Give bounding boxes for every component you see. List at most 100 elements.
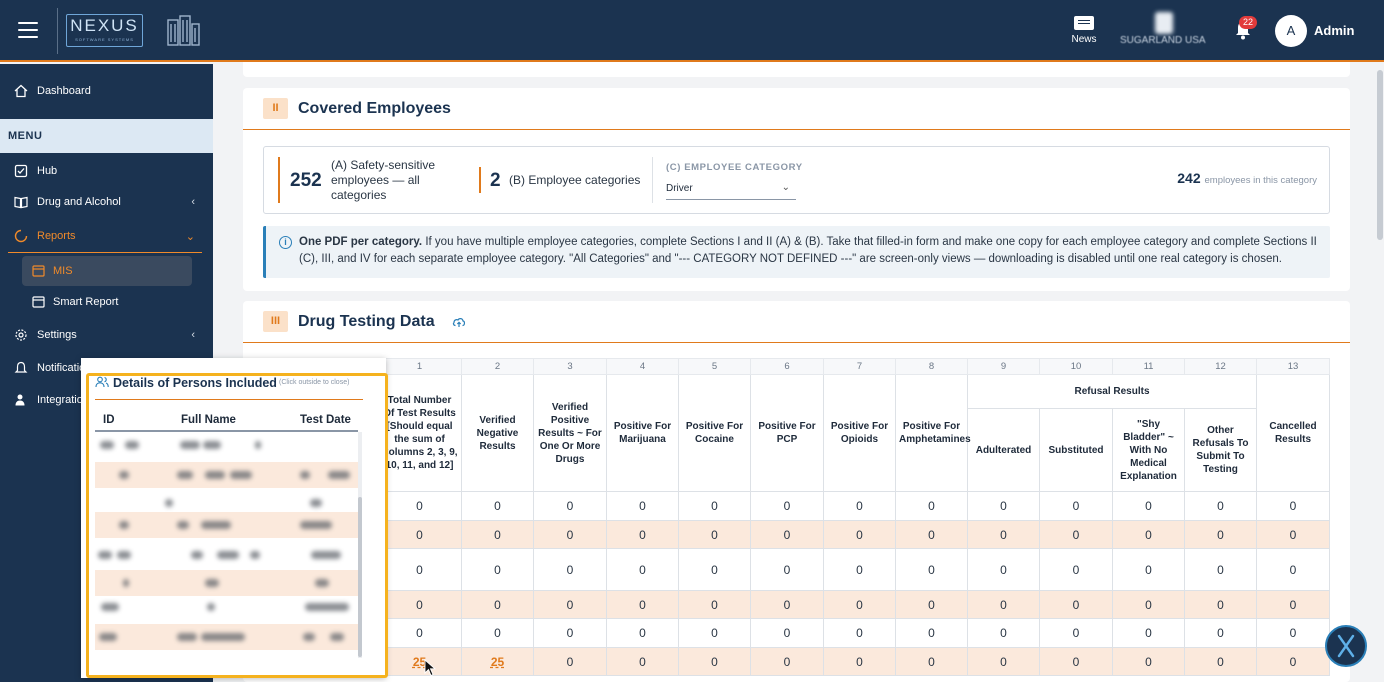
redacted-text [100, 441, 114, 449]
table-cell: 0 [678, 590, 751, 619]
redacted-text [119, 521, 129, 529]
table-cell: 0 [606, 520, 679, 549]
cell-value: 0 [856, 626, 863, 640]
table-cell: 0 [377, 491, 462, 521]
table-cell: 0 [895, 491, 968, 521]
table-cell: 0 [461, 548, 534, 591]
table-cell: 0 [1184, 618, 1257, 648]
sidebar-item-mis[interactable]: MIS [22, 256, 192, 286]
table-row: 0 0 0 0 0 0 0 0 0 0 0 0 0 [263, 618, 1330, 648]
redacted-text [303, 633, 315, 641]
cell-value: 0 [1289, 527, 1297, 542]
cell-value: 0 [711, 597, 718, 612]
user-plug-icon [15, 394, 25, 406]
cell-value: 0 [1217, 562, 1224, 577]
home-icon [14, 84, 28, 98]
redacted-text [311, 551, 341, 559]
table-cell: 0 [823, 647, 896, 676]
user-name[interactable]: Admin [1314, 23, 1354, 38]
table-cell: 0 [823, 548, 896, 591]
table-cell[interactable]: 25 [377, 647, 462, 676]
redacted-text [191, 551, 203, 559]
cell-value: 0 [566, 499, 574, 513]
column-header: Positive For Marijuana [606, 374, 679, 492]
cell-value: 0 [416, 597, 423, 612]
cell-value: 0 [1000, 654, 1007, 669]
redacted-text [305, 603, 349, 611]
table-cell: 0 [377, 618, 462, 648]
mouse-cursor-icon [424, 659, 436, 677]
drug-testing-table-wrapper[interactable]: 1 2 3 4 5 6 7 8 9 10 11 12 13 Total Numb… [263, 358, 1330, 682]
table-cell: 0 [678, 618, 751, 648]
table-cell: 0 [606, 491, 679, 521]
table-cell: 0 [895, 548, 968, 591]
redacted-text [330, 633, 344, 641]
table-cell: 0 [533, 491, 607, 521]
cell-value[interactable]: 25 [491, 655, 504, 669]
sidebar-item-dashboard[interactable]: Dashboard [0, 76, 213, 106]
popup-person-row [95, 594, 358, 620]
chevron-down-icon: ⌄ [781, 182, 790, 193]
cell-value: 0 [1289, 597, 1297, 612]
close-x-icon [1337, 634, 1355, 658]
cloud-upload-icon[interactable] [452, 315, 466, 329]
info-icon: i [279, 236, 292, 249]
popup-person-row [95, 462, 358, 488]
column-number: 10 [1039, 358, 1113, 375]
cell-value: 0 [1289, 562, 1297, 577]
sidebar-item-smart-report[interactable]: Smart Report [22, 289, 192, 315]
category-employee-number: 242 [1177, 170, 1201, 186]
column-number: 13 [1256, 358, 1330, 375]
redacted-text [300, 471, 310, 479]
sidebar-item-settings[interactable]: Settings ‹ [0, 320, 213, 350]
cell-value: 0 [783, 562, 791, 577]
hamburger-menu-icon[interactable] [18, 22, 38, 38]
cell-value: 0 [1289, 499, 1297, 513]
sidebar-item-label: Reports [37, 230, 76, 242]
news-button[interactable]: News [1066, 16, 1102, 45]
chevron-left-icon: ‹ [191, 196, 195, 208]
floating-action-button[interactable] [1325, 625, 1367, 667]
cell-value: 0 [783, 499, 791, 513]
selected-category: Driver [666, 183, 693, 194]
employee-category-select[interactable]: Driver ⌄ [666, 180, 796, 200]
popup-person-row [95, 512, 358, 538]
table-cell: 0 [1256, 491, 1330, 521]
table-cell[interactable]: 25 [461, 647, 534, 676]
avatar[interactable]: A [1275, 15, 1307, 47]
column-number: 6 [750, 358, 824, 375]
header-row: Total Number Of Test Results [Should equ… [263, 374, 1330, 492]
popup-scrollbar-thumb[interactable] [358, 497, 362, 657]
table-cell: 0 [967, 590, 1040, 619]
redacted-text [177, 471, 193, 479]
sidebar-item-reports[interactable]: Reports ⌄ [0, 221, 213, 251]
page-scrollbar-thumb[interactable] [1377, 70, 1383, 240]
popup-person-row [95, 624, 358, 650]
column-header: Positive For Amphetamines [895, 374, 971, 492]
cell-value: 0 [1000, 499, 1007, 513]
cell-value: 0 [856, 597, 863, 612]
table-cell: 0 [533, 647, 607, 676]
sidebar-item-hub[interactable]: Hub [0, 156, 213, 186]
table-cell: 0 [1184, 491, 1257, 521]
summary-divider [652, 157, 653, 203]
bell-outline-icon [14, 361, 28, 373]
column-header: Positive For Opioids [823, 374, 896, 492]
cell-value: 0 [1217, 597, 1224, 612]
cell-value: 0 [1072, 499, 1080, 513]
table-cell: 0 [1039, 520, 1113, 549]
table-cell: 0 [1039, 548, 1113, 591]
sidebar-item-drug-alcohol[interactable]: Drug and Alcohol ‹ [0, 187, 213, 217]
employee-category-count: 2 [490, 170, 501, 191]
section-badge: III [263, 311, 288, 332]
page-scrollbar[interactable] [1376, 64, 1384, 682]
column-header: Cancelled Results [1256, 374, 1330, 492]
cell-value: 0 [1000, 597, 1007, 612]
nexus-logo[interactable]: NEXUS SOFTWARE SYSTEMS [66, 14, 143, 47]
cell-value: 0 [783, 527, 791, 542]
employee-summary: 252 (A) Safety-sensitive employees — all… [263, 146, 1330, 214]
cell-value: 0 [1289, 654, 1297, 669]
cell-value: 0 [1072, 626, 1080, 640]
cell-value: 0 [928, 562, 935, 577]
popup-scrollbar[interactable] [358, 432, 362, 658]
